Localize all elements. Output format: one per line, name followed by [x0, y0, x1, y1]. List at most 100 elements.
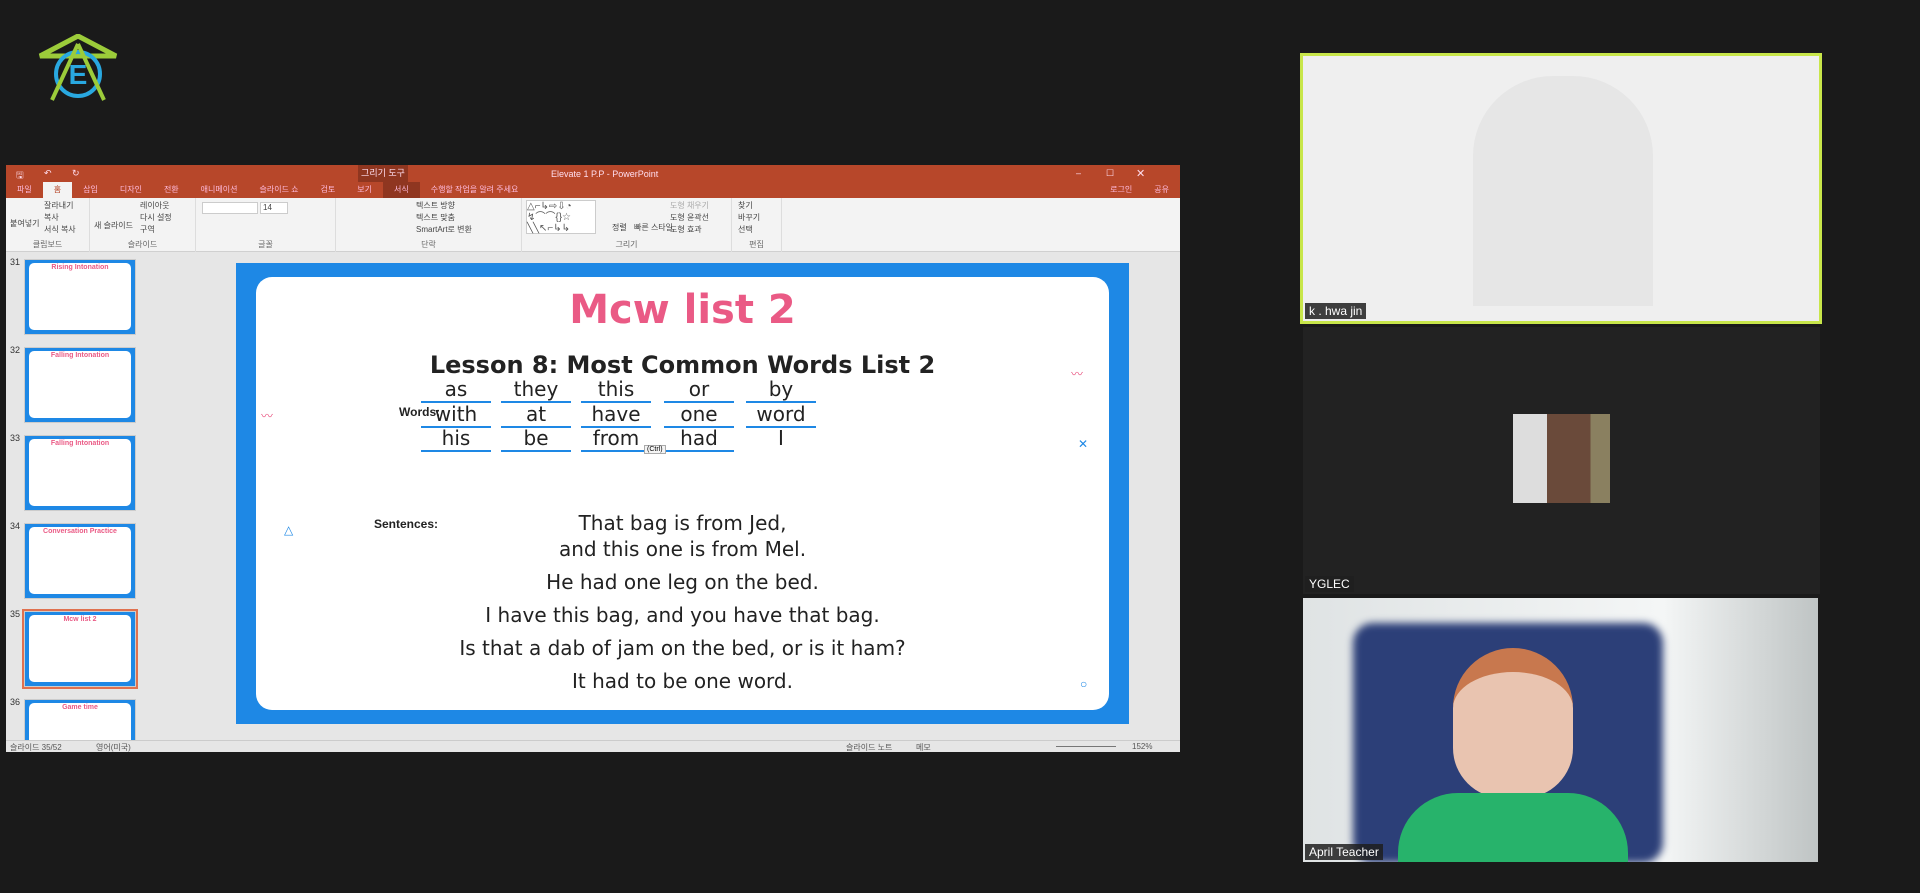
- slide-title: Mcw list 2: [569, 287, 796, 333]
- sentence: and this one is from Mel.: [558, 537, 807, 561]
- tab-insert[interactable]: 삽입: [72, 182, 109, 198]
- select-button[interactable]: 선택: [738, 224, 753, 235]
- section-button[interactable]: 구역: [140, 224, 155, 235]
- vocab-word: I: [778, 426, 784, 450]
- status-bar: 슬라이드 35/52 영어(미국) 슬라이드 노트 메모 152%: [6, 740, 1180, 752]
- align-text-button[interactable]: 텍스트 맞춤: [416, 212, 455, 223]
- x-decoration: ✕: [1078, 437, 1089, 451]
- format-painter-button[interactable]: 서식 복사: [44, 224, 76, 235]
- slide-thumbnail[interactable]: Mcw list 2: [22, 609, 138, 689]
- participant-video: [1398, 793, 1628, 862]
- close-button[interactable]: ✕: [1136, 167, 1145, 180]
- notes-button[interactable]: 슬라이드 노트: [846, 742, 892, 753]
- triangle-decoration: △: [284, 523, 294, 537]
- title-bar: 🖫 ↶ ↻ 그리기 도구 Elevate 1 P.P - PowerPoint …: [6, 165, 1180, 182]
- comments-button[interactable]: 메모: [916, 742, 931, 753]
- share-button[interactable]: 공유: [1143, 182, 1180, 198]
- shape-effect-button[interactable]: 도형 효과: [670, 224, 702, 235]
- thumbnail-title: Game time: [62, 704, 98, 711]
- squiggle-decoration: 〰: [261, 409, 274, 423]
- smartart-button[interactable]: SmartArt로 변환: [416, 224, 472, 235]
- tab-file[interactable]: 파일: [6, 182, 43, 198]
- slide-thumbnail-panel[interactable]: 31 Rising Intonation 32 Falling Intonation 3…: [6, 252, 196, 740]
- login-link[interactable]: 로그인: [1099, 182, 1143, 198]
- maximize-button[interactable]: ☐: [1106, 168, 1114, 179]
- ribbon-tabs: 파일 홈 삽입 디자인 전환 애니메이션 슬라이드 쇼 검토 보기 서식 수행할…: [6, 182, 1180, 198]
- context-tool-label: 그리기 도구: [358, 165, 408, 182]
- slide-editor: Mcw list 2 Lesson 8: Most Common Words L…: [196, 252, 1180, 740]
- thumbnail-number: 34: [10, 521, 21, 531]
- layout-button[interactable]: 레이아웃: [140, 200, 169, 211]
- vocab-word: had: [664, 426, 734, 452]
- lesson-heading: Lesson 8: Most Common Words List 2: [429, 351, 936, 379]
- participant-tile[interactable]: YGLEC: [1303, 327, 1820, 594]
- zoom-level[interactable]: 152%: [1132, 742, 1152, 751]
- font-group: 14 글꼴: [196, 198, 336, 252]
- participant-video: [1473, 76, 1653, 306]
- slide-thumbnail[interactable]: Conversation Practice: [24, 523, 136, 599]
- quick-styles-button[interactable]: 빠른 스타일: [634, 222, 673, 233]
- ribbon: 붙여넣기 잘라내기 복사 서식 복사 클립보드 새 슬라이드 레이아웃 다시 설…: [6, 198, 1180, 252]
- paste-button[interactable]: 붙여넣기: [10, 218, 39, 229]
- copy-button[interactable]: 복사: [44, 212, 59, 223]
- undo-icon[interactable]: ↶: [44, 168, 52, 179]
- redo-icon[interactable]: ↻: [72, 168, 80, 179]
- vocab-word: by: [746, 377, 816, 403]
- tab-transitions[interactable]: 전환: [153, 182, 190, 198]
- tab-animations[interactable]: 애니메이션: [190, 182, 249, 198]
- font-size-select[interactable]: 14: [260, 202, 288, 214]
- vocab-word: this: [581, 377, 651, 403]
- slide-canvas[interactable]: Mcw list 2 Lesson 8: Most Common Words L…: [236, 263, 1129, 724]
- replace-button[interactable]: 바꾸기: [738, 212, 760, 223]
- vocab-word: his: [421, 426, 491, 452]
- shape-fill-button[interactable]: 도형 채우기: [670, 200, 709, 211]
- slide-counter: 슬라이드 35/52: [10, 743, 62, 752]
- font-name-select[interactable]: [202, 202, 258, 214]
- slide-thumbnail[interactable]: Game time: [24, 699, 136, 740]
- shapes-gallery[interactable]: △⌐↳⇨⇩◔ ↯⌒⌒{}☆ ╲╲↖⌐↳↳: [526, 200, 596, 234]
- participant-tile-active[interactable]: k . hwa jin: [1300, 53, 1822, 324]
- cut-button[interactable]: 잘라내기: [44, 200, 73, 211]
- window-title: Elevate 1 P.P - PowerPoint: [551, 169, 659, 179]
- sentence: That bag is from Jed,: [578, 511, 787, 535]
- sentence: Is that a dab of jam on the bed, or is i…: [459, 636, 906, 660]
- slide-thumbnail[interactable]: Falling Intonation: [24, 435, 136, 511]
- tab-design[interactable]: 디자인: [109, 182, 153, 198]
- slide-thumbnail[interactable]: Falling Intonation: [24, 347, 136, 423]
- thumbnail-number: 31: [10, 257, 21, 267]
- tell-me-search[interactable]: 수행할 작업을 알려 주세요: [420, 182, 530, 198]
- find-button[interactable]: 찾기: [738, 200, 753, 211]
- tab-format[interactable]: 서식: [382, 182, 420, 198]
- thumbnail-title: Falling Intonation: [50, 352, 110, 359]
- shape-outline-button[interactable]: 도형 윤곽선: [670, 212, 709, 223]
- arrange-button[interactable]: 정렬: [612, 222, 627, 233]
- slide-thumbnail[interactable]: Rising Intonation: [24, 259, 136, 335]
- tab-slideshow[interactable]: 슬라이드 쇼: [248, 182, 309, 198]
- tab-view[interactable]: 보기: [346, 182, 383, 198]
- sentence: He had one leg on the bed.: [546, 570, 819, 594]
- reset-button[interactable]: 다시 설정: [140, 212, 172, 223]
- group-label: 슬라이드: [127, 240, 158, 249]
- sentence: It had to be one word.: [572, 669, 793, 693]
- tab-review[interactable]: 검토: [310, 182, 347, 198]
- language-indicator[interactable]: 영어(미국): [96, 742, 131, 753]
- participant-tile[interactable]: April Teacher: [1303, 598, 1818, 862]
- participant-name: k . hwa jin: [1305, 303, 1367, 319]
- vocab-word: have: [581, 402, 651, 428]
- paragraph-group: 텍스트 방향 텍스트 맞춤 SmartArt로 변환 단락: [336, 198, 522, 252]
- zoom-slider[interactable]: [1056, 746, 1116, 747]
- participant-name: YGLEC: [1305, 576, 1354, 592]
- text-direction-button[interactable]: 텍스트 방향: [416, 200, 455, 211]
- minimize-button[interactable]: –: [1076, 168, 1081, 178]
- group-label: 단락: [421, 240, 436, 249]
- group-label: 그리기: [615, 240, 638, 249]
- vocab-word: with: [421, 402, 491, 428]
- thumbnail-title: Conversation Practice: [43, 528, 117, 535]
- paste-options-tag[interactable]: (Ctrl): [644, 445, 666, 454]
- new-slide-button[interactable]: 새 슬라이드: [94, 220, 133, 231]
- group-label: 글꼴: [258, 240, 273, 249]
- tab-home[interactable]: 홈: [42, 182, 73, 198]
- vocab-word: they: [501, 377, 571, 403]
- elevate-logo: E: [38, 33, 118, 102]
- vocab-word: at: [501, 402, 571, 428]
